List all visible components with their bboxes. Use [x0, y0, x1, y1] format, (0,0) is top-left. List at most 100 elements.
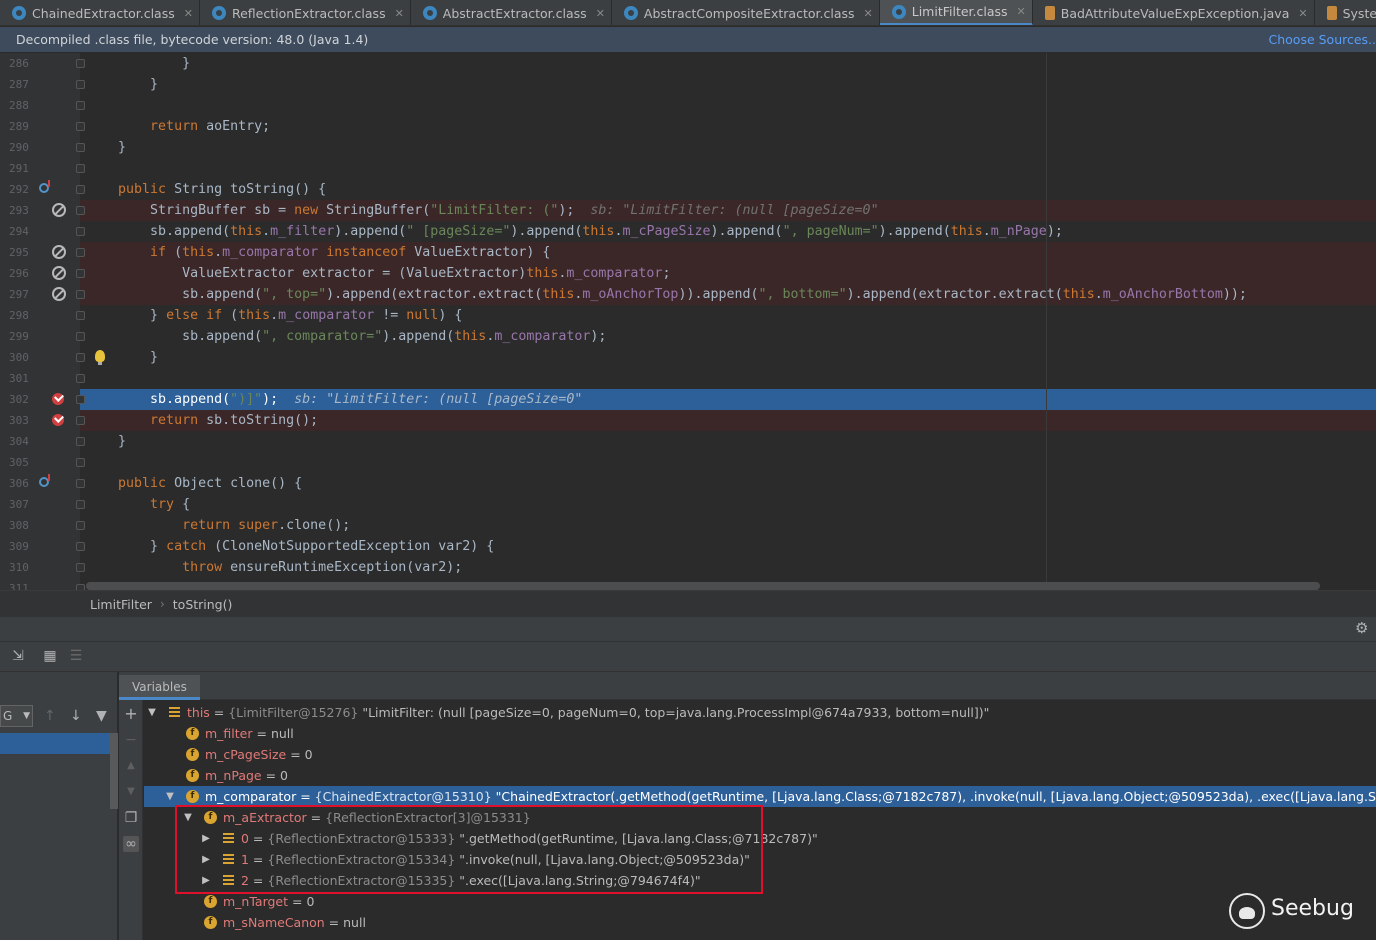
horizontal-scrollbar[interactable]: [86, 582, 1320, 590]
breakpoint-icon[interactable]: [52, 414, 64, 426]
code-line[interactable]: 289 return aoEntry;: [0, 116, 1376, 137]
gutter[interactable]: [36, 452, 80, 473]
close-icon[interactable]: ✕: [596, 7, 605, 20]
gutter[interactable]: [36, 347, 80, 368]
fold-marker-icon[interactable]: [76, 311, 85, 320]
evaluate-table-icon[interactable]: ▦: [42, 648, 58, 664]
code-line[interactable]: 286 }: [0, 53, 1376, 74]
code-line[interactable]: 310 throw ensureRuntimeException(var2);: [0, 557, 1376, 578]
frame-list[interactable]: [0, 754, 110, 940]
line-number[interactable]: 295: [0, 242, 36, 263]
fold-marker-icon[interactable]: [76, 227, 85, 236]
disabled-breakpoint-icon[interactable]: [52, 245, 66, 259]
line-number[interactable]: 301: [0, 368, 36, 389]
fold-marker-icon[interactable]: [76, 374, 85, 383]
line-number[interactable]: 291: [0, 158, 36, 179]
arrow-down-icon[interactable]: ↓: [70, 708, 82, 724]
variable-row[interactable]: ▼ f m_comparator = {ChainedExtractor@15310…: [144, 786, 1376, 807]
move-up-icon[interactable]: ▲: [123, 758, 139, 774]
line-number[interactable]: 305: [0, 452, 36, 473]
trace-settings-icon[interactable]: ☰: [68, 648, 84, 664]
gutter[interactable]: [36, 536, 80, 557]
fold-marker-icon[interactable]: [76, 269, 85, 278]
code-line[interactable]: 291: [0, 158, 1376, 179]
code-line[interactable]: 298 } else if (this.m_comparator != null…: [0, 305, 1376, 326]
code-line[interactable]: 308 return super.clone();: [0, 515, 1376, 536]
line-number[interactable]: 298: [0, 305, 36, 326]
code-line[interactable]: 288: [0, 95, 1376, 116]
code-line[interactable]: 306 public Object clone() {: [0, 473, 1376, 494]
override-method-icon[interactable]: [39, 180, 50, 193]
line-number[interactable]: 309: [0, 536, 36, 557]
fold-marker-icon[interactable]: [76, 59, 85, 68]
code-line[interactable]: 301: [0, 368, 1376, 389]
gear-icon[interactable]: ⚙: [1355, 621, 1370, 636]
line-number[interactable]: 308: [0, 515, 36, 536]
code-line[interactable]: 297 sb.append(", top=").append(extractor…: [0, 284, 1376, 305]
code-line[interactable]: 309 } catch (CloneNotSupportedException …: [0, 536, 1376, 557]
frames-scrollbar[interactable]: [110, 733, 118, 809]
gutter[interactable]: [36, 578, 80, 590]
tab-variables[interactable]: Variables: [119, 675, 200, 700]
fold-marker-icon[interactable]: [76, 479, 85, 488]
fold-marker-icon[interactable]: [76, 248, 85, 257]
code-line[interactable]: 299 sb.append(", comparator=").append(th…: [0, 326, 1376, 347]
line-number[interactable]: 290: [0, 137, 36, 158]
code-line[interactable]: 294 sb.append(this.m_filter).append(" [p…: [0, 221, 1376, 242]
variable-row[interactable]: ▼ this = {LimitFilter@15276} "LimitFilter…: [144, 702, 1376, 723]
fold-marker-icon[interactable]: [76, 206, 85, 215]
disabled-breakpoint-icon[interactable]: [52, 287, 66, 301]
gutter[interactable]: [36, 95, 80, 116]
line-number[interactable]: 304: [0, 431, 36, 452]
override-method-icon[interactable]: [39, 474, 50, 487]
arrow-up-icon[interactable]: ↑: [44, 708, 56, 724]
fold-marker-icon[interactable]: [76, 290, 85, 299]
tab-3[interactable]: AbstractCompositeExtractor.class ✕: [612, 0, 880, 25]
fold-marker-icon[interactable]: [76, 143, 85, 152]
fold-marker-icon[interactable]: [76, 437, 85, 446]
tab-4[interactable]: LimitFilter.class ✕: [879, 0, 1033, 25]
line-number[interactable]: 294: [0, 221, 36, 242]
line-number[interactable]: 311: [0, 578, 36, 590]
tab-2[interactable]: AbstractExtractor.class ✕: [411, 0, 612, 25]
move-down-icon[interactable]: ▼: [123, 784, 139, 800]
variable-row[interactable]: f m_nPage = 0: [144, 765, 1376, 786]
line-number[interactable]: 288: [0, 95, 36, 116]
fold-marker-icon[interactable]: [76, 185, 85, 194]
close-icon[interactable]: ✕: [395, 7, 404, 20]
breakpoint-icon[interactable]: [52, 393, 64, 405]
fold-marker-icon[interactable]: [76, 416, 85, 425]
line-number[interactable]: 310: [0, 557, 36, 578]
gutter[interactable]: [36, 326, 80, 347]
line-number[interactable]: 307: [0, 494, 36, 515]
fold-marker-icon[interactable]: [76, 164, 85, 173]
code-line[interactable]: 304 }: [0, 431, 1376, 452]
step-into-icon[interactable]: ⇲: [10, 648, 26, 664]
line-number[interactable]: 300: [0, 347, 36, 368]
line-number[interactable]: 293: [0, 200, 36, 221]
line-number[interactable]: 302: [0, 389, 36, 410]
line-number[interactable]: 287: [0, 74, 36, 95]
close-icon[interactable]: ✕: [1298, 7, 1307, 20]
gutter[interactable]: [36, 74, 80, 95]
code-line[interactable]: 293 StringBuffer sb = new StringBuffer("…: [0, 200, 1376, 221]
selected-frame[interactable]: [0, 733, 118, 754]
fold-marker-icon[interactable]: [76, 122, 85, 131]
collapse-arrow-icon[interactable]: ▼: [164, 786, 176, 807]
fold-marker-icon[interactable]: [76, 542, 85, 551]
gutter[interactable]: [36, 305, 80, 326]
tab-1[interactable]: ReflectionExtractor.class ✕: [200, 0, 411, 25]
code-line[interactable]: 305: [0, 452, 1376, 473]
disabled-breakpoint-icon[interactable]: [52, 266, 66, 280]
close-icon[interactable]: ✕: [864, 7, 873, 20]
line-number[interactable]: 306: [0, 473, 36, 494]
code-line[interactable]: 287 }: [0, 74, 1376, 95]
line-number[interactable]: 296: [0, 263, 36, 284]
gutter[interactable]: [36, 53, 80, 74]
gutter[interactable]: [36, 221, 80, 242]
code-line[interactable]: 307 try {: [0, 494, 1376, 515]
line-number[interactable]: 286: [0, 53, 36, 74]
code-line[interactable]: 295 if (this.m_comparator instanceof Val…: [0, 242, 1376, 263]
fold-marker-icon[interactable]: [76, 521, 85, 530]
gutter[interactable]: [36, 368, 80, 389]
